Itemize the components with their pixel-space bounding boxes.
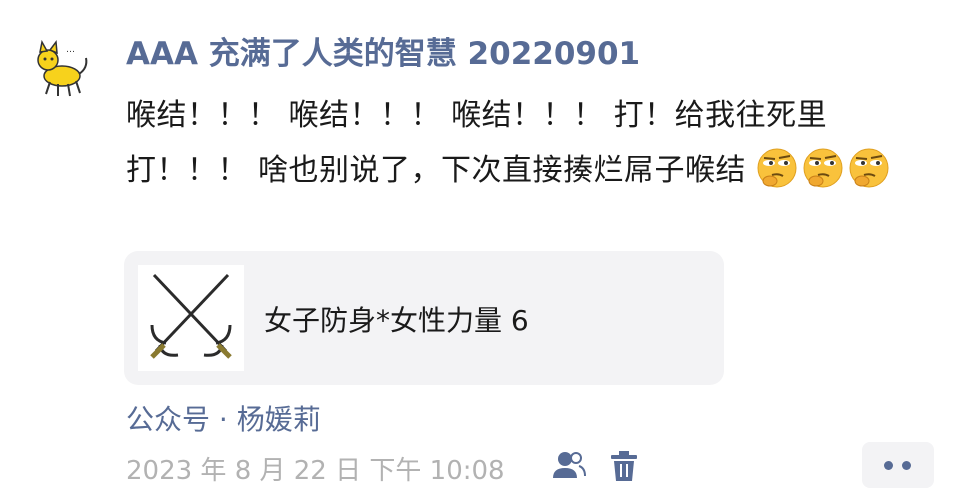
shared-article-card[interactable]: 女子防身*女性力量 6 bbox=[124, 251, 724, 385]
avatar[interactable]: … bbox=[30, 38, 92, 100]
svg-text:…: … bbox=[66, 45, 75, 55]
crossed-sai-weapons-icon bbox=[150, 273, 232, 359]
thinking-squint-emoji-icon bbox=[849, 148, 889, 188]
article-thumbnail bbox=[138, 265, 244, 371]
post-text: 喉结！！！ 喉结！！！ 喉结！！！ 打！给我往死里打！！！ 啥也别说了，下次直接… bbox=[126, 88, 926, 198]
author-name[interactable]: AAA 充满了人类的智慧 20220901 bbox=[126, 28, 640, 73]
thinking-squint-emoji-icon bbox=[757, 148, 797, 188]
post-body: 喉结！！！ 喉结！！！ 喉结！！！ 打！给我往死里打！！！ 啥也别说了，下次直接… bbox=[126, 98, 828, 188]
delete-button[interactable] bbox=[610, 450, 638, 482]
yellow-cat-icon: … bbox=[37, 39, 88, 97]
more-actions-button[interactable] bbox=[862, 442, 934, 488]
two-person-icon bbox=[553, 452, 586, 478]
visibility-button[interactable] bbox=[552, 450, 586, 482]
source-account-link[interactable]: 公众号 · 杨媛莉 bbox=[126, 398, 321, 438]
post-timestamp: 2023 年 8 月 22 日 下午 10:08 bbox=[126, 456, 505, 486]
article-title: 女子防身*女性力量 6 bbox=[264, 304, 529, 337]
thinking-squint-emoji-icon bbox=[803, 148, 843, 188]
trash-icon bbox=[611, 451, 637, 481]
